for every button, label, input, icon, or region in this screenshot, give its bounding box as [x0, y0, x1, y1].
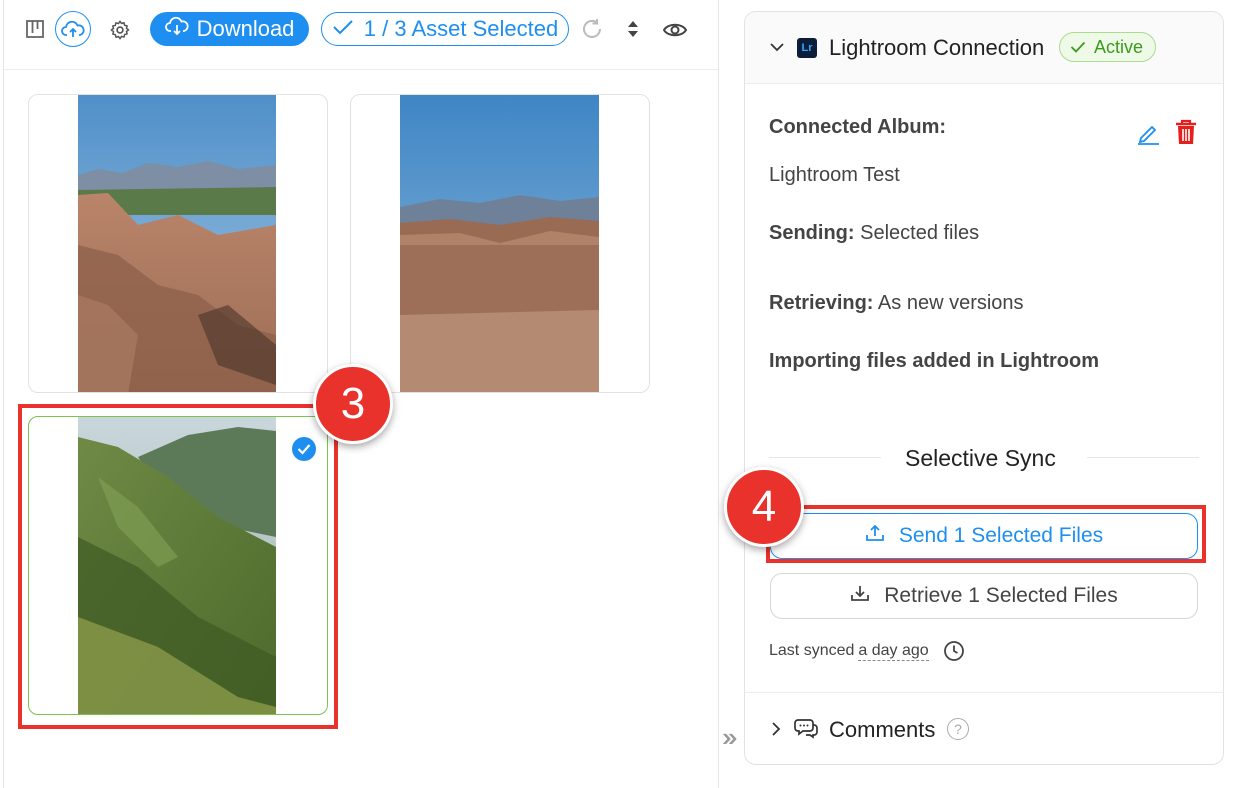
asset-thumbnail — [400, 95, 599, 392]
cloud-download-icon — [164, 16, 189, 42]
edit-icon[interactable] — [1135, 120, 1161, 151]
sending-setting: Sending: Selected files — [769, 222, 979, 245]
status-label: Active — [1094, 36, 1144, 57]
expand-arrows-icon[interactable]: » — [722, 722, 736, 753]
download-icon — [850, 583, 870, 609]
retrieving-value: As new versions — [877, 292, 1024, 314]
annotation-highlight-4 — [766, 505, 1206, 563]
board-view-icon[interactable] — [24, 18, 46, 40]
asset-thumbnail — [78, 95, 276, 392]
divider-left — [769, 457, 881, 458]
selection-count-label: 1 / 3 Asset Selected — [363, 16, 559, 41]
retrieve-selected-files-button[interactable]: Retrieve 1 Selected Files — [770, 573, 1198, 619]
gear-icon[interactable] — [108, 18, 132, 42]
sending-value: Selected files — [860, 222, 980, 244]
refresh-icon[interactable] — [580, 17, 604, 41]
comments-label: Comments — [829, 717, 936, 742]
divider-right — [1087, 457, 1199, 458]
cloud-upload-icon[interactable] — [55, 11, 91, 47]
checkmark-icon — [1070, 41, 1086, 53]
delete-icon[interactable] — [1173, 118, 1199, 151]
sort-icon[interactable] — [624, 17, 642, 41]
annotation-step-3: 3 — [313, 364, 393, 444]
panel-header[interactable]: Lr Lightroom Connection Active — [745, 12, 1223, 84]
last-synced-value[interactable]: a day ago — [858, 642, 929, 661]
annotation-highlight-3 — [18, 404, 338, 729]
comments-section[interactable]: Comments ? — [744, 692, 1224, 764]
selective-sync-title: Selective Sync — [905, 445, 1056, 471]
download-button[interactable]: Download — [150, 12, 309, 46]
retrieving-label: Retrieving: — [769, 292, 874, 314]
last-synced: Last synced a day ago — [769, 640, 965, 662]
panel-title: Lightroom Connection — [829, 35, 1045, 60]
connected-album-label: Connected Album: — [769, 116, 947, 138]
retrieve-button-label: Retrieve 1 Selected Files — [884, 584, 1118, 607]
annotation-step-4: 4 — [724, 467, 804, 547]
selection-count-button[interactable]: 1 / 3 Asset Selected — [321, 12, 569, 46]
help-icon[interactable]: ? — [947, 718, 969, 740]
eye-icon[interactable] — [661, 18, 689, 42]
comments-icon — [794, 717, 818, 744]
checkmark-icon — [332, 16, 354, 42]
lightroom-logo: Lr — [797, 38, 817, 58]
chevron-right-icon[interactable] — [770, 721, 782, 742]
connected-album-value: Lightroom Test — [769, 164, 900, 186]
asset-card[interactable] — [350, 94, 650, 393]
retrieving-setting: Retrieving: As new versions — [769, 292, 1024, 315]
clock-icon[interactable] — [943, 640, 965, 662]
sending-label: Sending: — [769, 222, 855, 244]
download-label: Download — [196, 16, 295, 41]
importing-label: Importing files added in Lightroom — [769, 350, 1099, 372]
asset-card[interactable] — [28, 94, 328, 393]
last-synced-prefix: Last synced — [769, 642, 855, 659]
chevron-down-icon[interactable] — [769, 40, 785, 59]
asset-toolbar: Download 1 / 3 Asset Selected — [4, 0, 718, 70]
status-badge: Active — [1059, 32, 1157, 62]
